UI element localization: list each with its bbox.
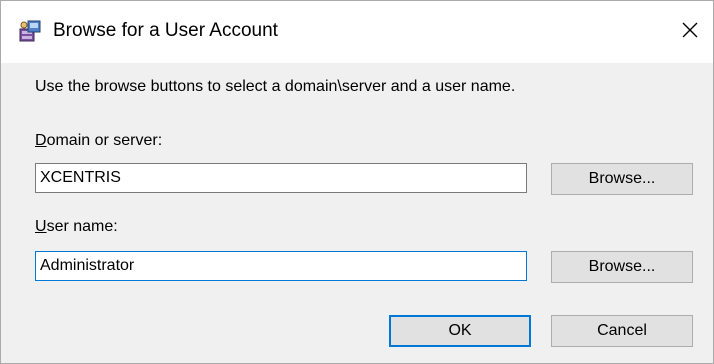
domain-label: Domain or server: (35, 131, 162, 151)
domain-browse-button[interactable]: Browse... (551, 163, 693, 195)
domain-label-mnemonic: D (35, 132, 47, 149)
user-name-input[interactable] (35, 251, 527, 281)
user-name-label-mnemonic: U (35, 218, 47, 235)
user-account-browse-icon (19, 20, 41, 42)
ok-button[interactable]: OK (389, 315, 531, 347)
close-button[interactable] (667, 1, 713, 59)
cancel-button[interactable]: Cancel (551, 315, 693, 347)
user-name-label-text: ser name: (46, 218, 118, 235)
user-browse-button[interactable]: Browse... (551, 251, 693, 283)
user-name-label: User name: (35, 217, 118, 237)
browse-user-account-dialog: Browse for a User Account Use the browse… (0, 0, 714, 364)
domain-label-text: omain or server: (46, 132, 163, 149)
instructions-text: Use the browse buttons to select a domai… (35, 78, 516, 95)
title-bar: Browse for a User Account (1, 1, 713, 63)
domain-input[interactable] (35, 163, 527, 193)
close-icon (682, 22, 698, 38)
window-title: Browse for a User Account (53, 20, 278, 41)
